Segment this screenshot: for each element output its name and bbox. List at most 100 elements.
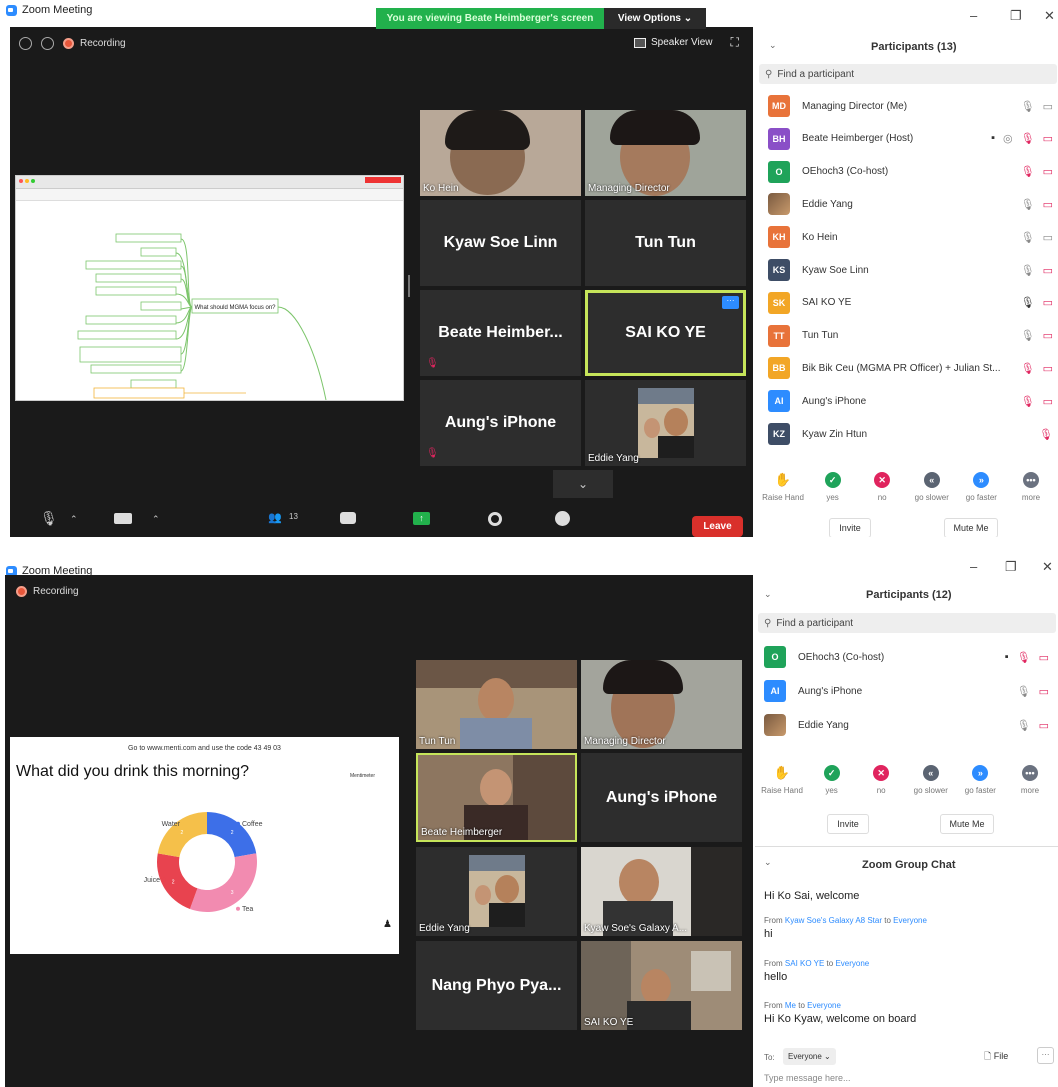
minimize-button[interactable]: – [970,8,977,23]
invite-button[interactable]: Invite [829,518,871,537]
reaction-yes[interactable]: ✓ yes [808,765,856,795]
record-icon[interactable] [488,512,502,526]
participant-row[interactable]: AI Aung's iPhone 🎙 ▭ [768,388,1053,414]
leave-button[interactable]: Leave [692,516,743,537]
split-handle[interactable] [408,275,410,297]
avatar: BB [768,357,790,380]
reaction-go-slower[interactable]: « go slower [908,472,956,502]
reaction-go-faster[interactable]: » go faster [957,472,1005,502]
video-tile-kyaw-soe-linn[interactable]: Kyaw Soe Linn [420,200,581,286]
participant-search[interactable]: ⚲ Find a participant [759,64,1057,84]
camera-off-icon: ▭ [1038,685,1049,698]
participant-row[interactable]: Eddie Yang 🎙 ▭ [764,712,1049,738]
video-tile-kyaw-soe-galaxy[interactable]: Kyaw Soe's Galaxy A... [581,847,742,936]
participant-row[interactable]: O OEhoch3 (Co-host) ▪ 🎙 ▭ [764,644,1049,670]
minimize-button[interactable]: – [970,559,977,574]
reaction-no[interactable]: ✕ no [858,472,906,502]
participant-search[interactable]: ⚲ Find a participant [758,613,1056,633]
chat-icon[interactable] [340,512,356,524]
video-camera-icon[interactable] [114,513,132,524]
donut-value-label: 3 [231,890,234,896]
participant-row[interactable]: KZ Kyaw Zin Htun 🎙 [768,421,1053,447]
video-tile-sai-ko-ye-active[interactable]: SAI KO YE ··· [585,290,746,376]
close-button[interactable]: ✕ [1044,8,1055,24]
mic-active-icon: 🎙 [1020,297,1035,310]
video-tile-tun-tun[interactable]: Tun Tun [416,660,577,749]
reaction-go-slower[interactable]: « go slower [907,765,955,795]
reaction-label: go slower [913,786,948,795]
participant-row[interactable]: BB Bik Bik Ceu (MGMA PR Officer) + Julian… [768,355,1053,381]
tile-more-button[interactable]: ··· [722,296,739,309]
participant-row[interactable]: Eddie Yang 🎙 ▭ [768,191,1053,217]
camera-off-icon: ▭ [1038,719,1049,732]
collapse-chevron-icon[interactable]: ⌄ [769,40,777,51]
video-tile-beate-active[interactable]: Beate Heimberger [416,753,577,842]
file-button[interactable]: 🗋 File [984,1049,1008,1065]
fullscreen-icon[interactable]: ⛶ [731,35,739,50]
invite-button[interactable]: Invite [827,814,869,834]
video-tile-managing-director[interactable]: Managing Director [581,660,742,749]
shield-icon[interactable] [41,37,54,50]
participant-row[interactable]: SK SAI KO YE 🎙 ▭ [768,290,1053,316]
mute-me-button[interactable]: Mute Me [944,518,998,537]
video-tile-managing-director[interactable]: Managing Director [585,110,746,196]
mute-mic-icon[interactable]: 🎙 [40,510,58,527]
reaction-yes[interactable]: ✓ yes [809,472,857,502]
participant-row[interactable]: MD Managing Director (Me) 🎙 ▭ [768,93,1053,119]
chat-more-button[interactable]: ··· [1037,1047,1054,1064]
video-tile-eddie-yang[interactable]: Eddie Yang [416,847,577,936]
participant-status-icons: 🎙 ▭ [1021,198,1053,211]
reaction-raise-hand[interactable]: ✋ Raise Hand [759,472,807,502]
video-tile-beate[interactable]: Beate Heimber... 🎙 [420,290,581,376]
participants-count: 13 [289,512,298,521]
recipient-dropdown[interactable]: Everyone ⌄ [783,1048,836,1065]
video-tile-tun-tun[interactable]: Tun Tun [585,200,746,286]
video-tile-ko-hein[interactable]: Ko Hein [420,110,581,196]
participants-icon[interactable]: 👥 [268,511,282,524]
speaker-view-button[interactable]: Speaker View ⛶ [634,35,739,50]
video-tile-eddie-yang[interactable]: Eddie Yang [585,380,746,466]
participant-row[interactable]: TT Tun Tun 🎙 ▭ [768,323,1053,349]
reaction-bar: ✋ Raise Hand ✓ yes ✕ no « go slower » go faster ••… [758,765,1054,795]
chat-input[interactable]: Type message here... [764,1073,851,1083]
reaction-more[interactable]: ••• more [1006,765,1054,795]
collapse-chevron-icon[interactable]: ⌄ [764,589,772,600]
audio-options-chevron-icon[interactable]: ⌃ [70,514,78,525]
tile-name: Eddie Yang [588,453,639,464]
close-button[interactable]: ✕ [1042,559,1053,575]
reaction-more[interactable]: ••• more [1007,472,1055,502]
participant-row[interactable]: O OEhoch3 (Co-host) 🎙 ▭ [768,159,1053,185]
video-options-chevron-icon[interactable]: ⌃ [152,514,160,525]
reaction-raise-hand[interactable]: ✋ Raise Hand [758,765,806,795]
participant-status-icons: 🎙 ▭ [1017,685,1049,698]
reactions-icon[interactable] [555,511,570,526]
tile-name: Eddie Yang [419,923,470,934]
recording-label: Recording [33,586,79,597]
participant-row[interactable]: KH Ko Hein 🎙 ▭ [768,224,1053,250]
participant-status-icons: 🎙 ▭ [1021,165,1053,178]
info-icon[interactable] [19,37,32,50]
tile-big-name: Aung's iPhone [444,414,557,431]
reaction-no[interactable]: ✕ no [857,765,905,795]
view-options-button[interactable]: View Options ⌄ [604,8,706,29]
chat-collapse-chevron-icon[interactable]: ⌄ [764,857,772,868]
window-title: Zoom Meeting [22,4,93,16]
restore-button[interactable]: ❐ [1005,559,1017,575]
scroll-down-button[interactable]: ⌄ [553,470,613,498]
video-tile-nang-phyo[interactable]: Nang Phyo Pya... [416,941,577,1030]
participant-row[interactable]: AI Aung's iPhone 🎙 ▭ [764,678,1049,704]
target-icon: ◎ [1003,133,1013,146]
participant-row[interactable]: KS Kyaw Soe Linn 🎙 ▭ [768,257,1053,283]
restore-button[interactable]: ❐ [1010,8,1022,24]
video-tile-sai-ko-ye[interactable]: SAI KO YE [581,941,742,1030]
mute-me-button[interactable]: Mute Me [940,814,994,834]
video-tile-aungs-iphone[interactable]: Aung's iPhone [581,753,742,842]
reaction-go-faster[interactable]: » go faster [956,765,1004,795]
chat-recipient: Everyone [807,1001,841,1010]
chat-title: Zoom Group Chat [862,859,956,871]
participant-row[interactable]: BH Beate Heimberger (Host) ▪ ◎ 🎙 ▭ [768,126,1053,152]
video-tile-aungs-iphone[interactable]: Aung's iPhone 🎙 [420,380,581,466]
participant-name: SAI KO YE [802,297,852,309]
avatar: KH [768,226,790,249]
share-screen-icon[interactable]: ↑ [413,512,430,525]
